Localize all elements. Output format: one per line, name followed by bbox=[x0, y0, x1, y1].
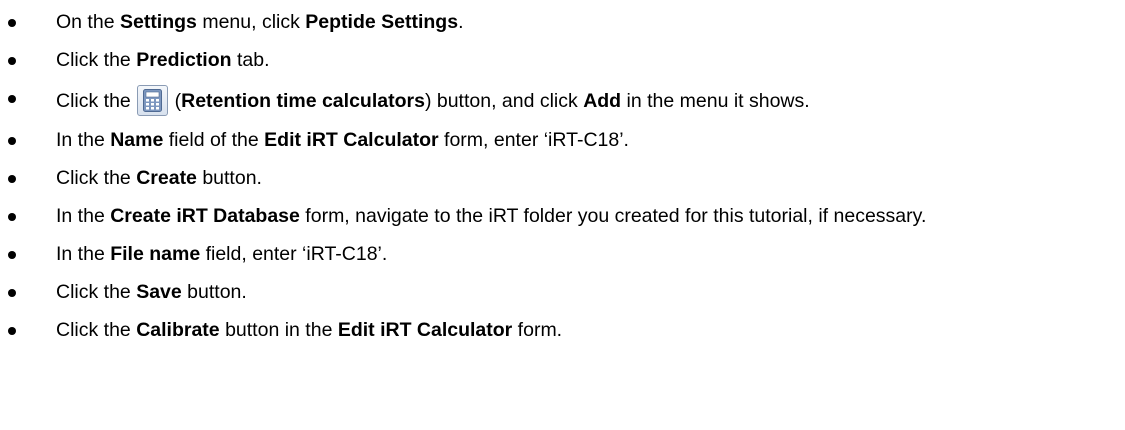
button-name: Calibrate bbox=[136, 319, 220, 341]
calculator-icon bbox=[137, 85, 169, 116]
bullet bbox=[8, 289, 16, 297]
list-item: Click the Calibrate button in the Edit i… bbox=[0, 317, 1125, 344]
bullet bbox=[8, 57, 16, 65]
list-item: In the File name field, enter ‘iRT-C18’. bbox=[0, 241, 1125, 268]
bullet bbox=[8, 327, 16, 335]
bullet bbox=[8, 213, 16, 221]
menu-name: Settings bbox=[119, 11, 197, 33]
list-item: Click the (Retention time calculators) b… bbox=[0, 85, 1125, 116]
menu-item-name: Peptide Settings bbox=[305, 11, 459, 33]
button-name: Retention time calculators bbox=[181, 90, 425, 112]
form-name: Create iRT Database bbox=[110, 205, 300, 227]
form-name: Edit iRT Calculator bbox=[337, 319, 513, 341]
step-list: On the Settings menu, click Peptide Sett… bbox=[0, 9, 1125, 355]
menu-item-name: Add bbox=[583, 90, 622, 112]
bullet bbox=[8, 95, 16, 103]
field-name: File name bbox=[110, 243, 201, 265]
list-item: In the Create iRT Database form, navigat… bbox=[0, 203, 1116, 230]
tab-name: Prediction bbox=[136, 49, 232, 71]
form-name: Edit iRT Calculator bbox=[264, 129, 439, 151]
button-name: Create bbox=[136, 167, 197, 189]
list-item: In the Name field of the Edit iRT Calcul… bbox=[0, 127, 1125, 154]
list-item: Click the Prediction tab. bbox=[0, 47, 1125, 74]
bullet bbox=[8, 175, 16, 183]
bullet bbox=[8, 19, 16, 27]
list-item: Click the Save button. bbox=[0, 279, 1125, 306]
instruction-document: On the Settings menu, click Peptide Sett… bbox=[0, 0, 1125, 430]
field-name: Name bbox=[110, 129, 164, 151]
list-item: On the Settings menu, click Peptide Sett… bbox=[0, 9, 1125, 36]
button-name: Save bbox=[136, 281, 182, 303]
bullet bbox=[8, 251, 16, 259]
bullet bbox=[8, 137, 16, 145]
list-item: Click the Create button. bbox=[0, 165, 1125, 192]
